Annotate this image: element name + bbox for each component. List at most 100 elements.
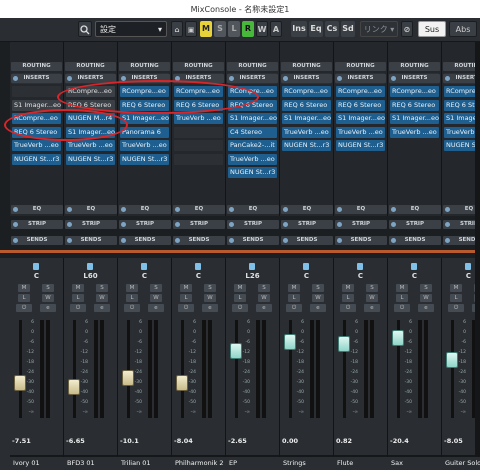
inserts-header[interactable]: INSERTS	[389, 74, 440, 83]
strip-header[interactable]: STRIP	[119, 220, 171, 229]
insert-slot[interactable]: NUGEN St...r3	[228, 167, 277, 178]
eq-header[interactable]: EQ	[335, 205, 387, 214]
insert-slot[interactable]: RCompre...eo	[336, 86, 385, 97]
power-icon[interactable]	[67, 238, 72, 243]
volume-value[interactable]: -2.65	[228, 437, 252, 445]
edit-channel-button[interactable]: e	[40, 304, 56, 312]
volume-fader-handle[interactable]	[176, 374, 188, 391]
channel-name[interactable]: Trilian 01	[118, 457, 172, 470]
read-automation-button[interactable]: L	[342, 294, 354, 302]
volume-fader-handle[interactable]	[392, 329, 404, 346]
tab-channel-strip[interactable]: Cs	[325, 21, 339, 37]
eq-header[interactable]: EQ	[65, 205, 117, 214]
insert-slot[interactable]: TrueVerb ...eo	[120, 140, 169, 151]
mute-button[interactable]: M	[342, 284, 354, 292]
eq-header[interactable]: EQ	[281, 205, 333, 214]
insert-slot[interactable]: TrueVerb ...eo	[390, 126, 439, 138]
solo-button[interactable]: S	[150, 284, 162, 292]
mute-button[interactable]: M	[450, 284, 462, 292]
power-icon[interactable]	[121, 207, 126, 212]
search-icon[interactable]	[78, 21, 92, 37]
insert-slot[interactable]: TrueVerb ...eo	[12, 140, 61, 151]
write-automation-button[interactable]: W	[150, 294, 162, 302]
mute-button[interactable]: M	[72, 284, 84, 292]
inserts-header[interactable]: INSERTS	[335, 74, 386, 83]
power-icon[interactable]	[337, 207, 342, 212]
volume-value[interactable]: -10.1	[120, 437, 144, 445]
insert-slot[interactable]: S1 Imager...eo	[282, 113, 331, 124]
routing-header[interactable]: ROUTING	[281, 62, 332, 71]
pan-knob[interactable]	[33, 263, 39, 270]
volume-value[interactable]: -7.51	[12, 437, 36, 445]
write-automation-button[interactable]: W	[96, 294, 108, 302]
pan-value[interactable]: C	[118, 272, 171, 280]
sends-header[interactable]: SENDS	[335, 236, 387, 245]
automation-button[interactable]: A	[270, 21, 282, 37]
power-icon[interactable]: ⏻	[16, 304, 32, 312]
power-icon[interactable]	[283, 207, 288, 212]
pan-value[interactable]: C	[334, 272, 387, 280]
pan-value[interactable]: C	[10, 272, 63, 280]
read-button[interactable]: R	[242, 21, 254, 37]
insert-slot[interactable]: RCompre...eo	[390, 86, 439, 97]
power-icon[interactable]	[391, 222, 396, 227]
channel-name[interactable]: Strings	[280, 457, 334, 470]
volume-value[interactable]: -8.04	[174, 437, 198, 445]
insert-slot[interactable]: TrueVerb ...eo	[174, 113, 223, 124]
eq-header[interactable]: EQ	[119, 205, 171, 214]
pan-knob[interactable]	[465, 263, 471, 270]
volume-fader-handle[interactable]	[338, 335, 350, 352]
power-icon[interactable]	[13, 222, 18, 227]
read-automation-button[interactable]: L	[288, 294, 300, 302]
routing-header[interactable]: ROUTING	[11, 62, 62, 71]
write-automation-button[interactable]: W	[420, 294, 432, 302]
routing-header[interactable]: ROUTING	[227, 62, 278, 71]
sends-header[interactable]: SENDS	[389, 236, 441, 245]
insert-slot[interactable]	[174, 126, 223, 138]
mute-button[interactable]: M	[396, 284, 408, 292]
power-icon[interactable]	[121, 238, 126, 243]
link-select[interactable]: リンク ▾	[360, 21, 398, 37]
edit-channel-button[interactable]: e	[256, 304, 272, 312]
power-icon[interactable]	[67, 222, 72, 227]
strip-header[interactable]: STRIP	[65, 220, 117, 229]
strip-header[interactable]: STRIP	[11, 220, 63, 229]
read-automation-button[interactable]: L	[234, 294, 246, 302]
insert-slot[interactable]: TrueVerb ...eo	[66, 140, 115, 151]
strip-header[interactable]: STRIP	[227, 220, 279, 229]
write-automation-button[interactable]: W	[312, 294, 324, 302]
volume-value[interactable]: 0.00	[282, 437, 306, 445]
power-icon[interactable]	[229, 238, 234, 243]
insert-slot[interactable]	[12, 86, 61, 97]
sends-header[interactable]: SENDS	[281, 236, 333, 245]
edit-channel-button[interactable]: e	[202, 304, 218, 312]
power-icon[interactable]	[337, 222, 342, 227]
volume-value[interactable]: -8.05	[444, 437, 468, 445]
mute-button[interactable]: M	[288, 284, 300, 292]
power-icon[interactable]	[391, 238, 396, 243]
volume-value[interactable]: -20.4	[390, 437, 414, 445]
solo-button[interactable]: S	[312, 284, 324, 292]
mute-button[interactable]: M	[234, 284, 246, 292]
volume-fader-handle[interactable]	[446, 352, 458, 368]
power-icon[interactable]	[67, 207, 72, 212]
solo-button[interactable]: S	[204, 284, 216, 292]
read-automation-button[interactable]: L	[72, 294, 84, 302]
routing-header[interactable]: ROUTING	[173, 62, 224, 71]
solo-button[interactable]: S	[366, 284, 378, 292]
power-icon[interactable]	[67, 76, 72, 81]
pan-knob[interactable]	[141, 263, 147, 270]
insert-slot[interactable]: NUGEN St...r3	[66, 153, 115, 165]
read-automation-button[interactable]: L	[396, 294, 408, 302]
power-icon[interactable]	[391, 207, 396, 212]
write-automation-button[interactable]: W	[258, 294, 270, 302]
power-icon[interactable]	[445, 76, 450, 81]
mute-button[interactable]: M	[126, 284, 138, 292]
inserts-header[interactable]: INSERTS	[281, 74, 332, 83]
insert-slot[interactable]: NUGEN St...r3	[12, 153, 61, 165]
pan-knob[interactable]	[249, 263, 255, 270]
solo-button[interactable]: S	[214, 21, 226, 37]
solo-button[interactable]: S	[258, 284, 270, 292]
routing-header[interactable]: ROUTING	[389, 62, 440, 71]
power-icon[interactable]	[175, 222, 180, 227]
